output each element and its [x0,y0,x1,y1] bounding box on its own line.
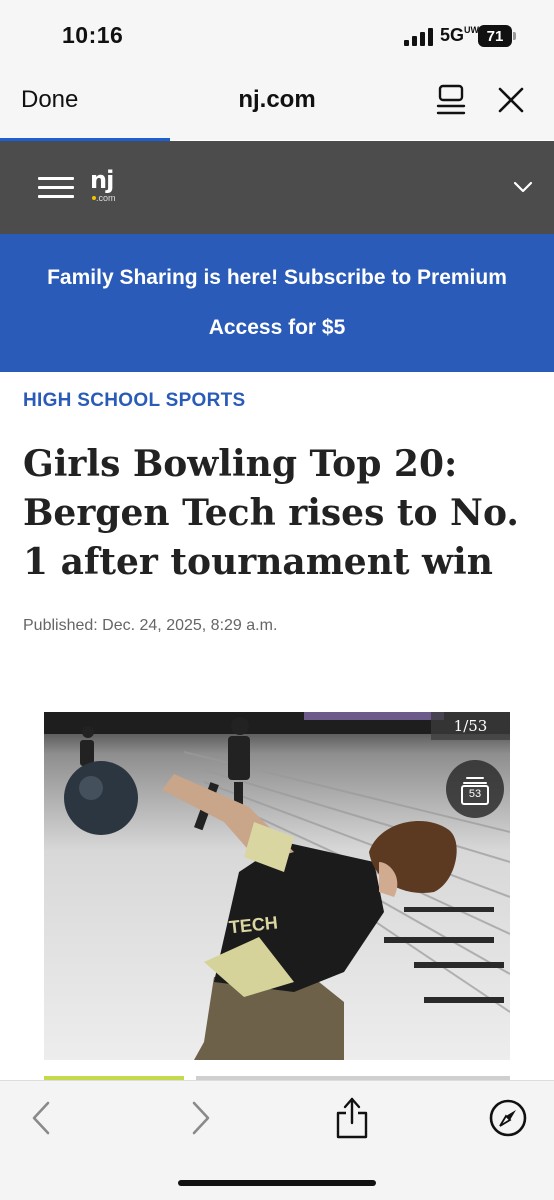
status-time: 10:16 [62,22,124,48]
reader-icon[interactable] [436,84,466,118]
chevron-right-icon[interactable] [190,1100,212,1136]
hamburger-icon[interactable] [38,177,74,199]
compass-icon[interactable] [488,1098,528,1138]
home-indicator [178,1180,376,1186]
share-icon[interactable] [332,1093,372,1141]
close-icon[interactable] [497,86,525,114]
article-headline: Girls Bowling Top 20: Bergen Tech rises … [23,443,519,583]
gallery-photo[interactable]: TECH [44,712,510,1060]
bowler-illustration: TECH [44,712,510,1060]
site-header [0,141,554,234]
network-suffix: UW [464,25,480,35]
photo-counter: 1/53 [431,712,510,740]
logo-sub: .com [96,193,116,203]
page-domain: nj.com [238,86,316,113]
network-label: 5GUW [440,25,479,46]
network-type: 5G [440,25,465,45]
battery-icon: 71 [478,25,512,47]
logo-main: nj [90,166,114,194]
promo-banner[interactable]: Family Sharing is here! Subscribe to Pre… [0,234,554,372]
section-label[interactable]: HIGH SCHOOL SPORTS [23,390,246,412]
published-date: Published: Dec. 24, 2025, 8:29 a.m. [23,617,278,634]
chevron-down-icon[interactable] [512,180,534,194]
battery-tip [513,32,516,40]
chevron-left-icon[interactable] [30,1100,52,1136]
site-logo[interactable]: nj .com [90,166,130,206]
gallery-count: 53 [468,788,482,800]
signal-icon [404,28,434,46]
promo-text: Family Sharing is here! Subscribe to Pre… [47,266,507,339]
gallery-button[interactable]: 53 [446,760,504,818]
done-button[interactable]: Done [21,86,78,114]
